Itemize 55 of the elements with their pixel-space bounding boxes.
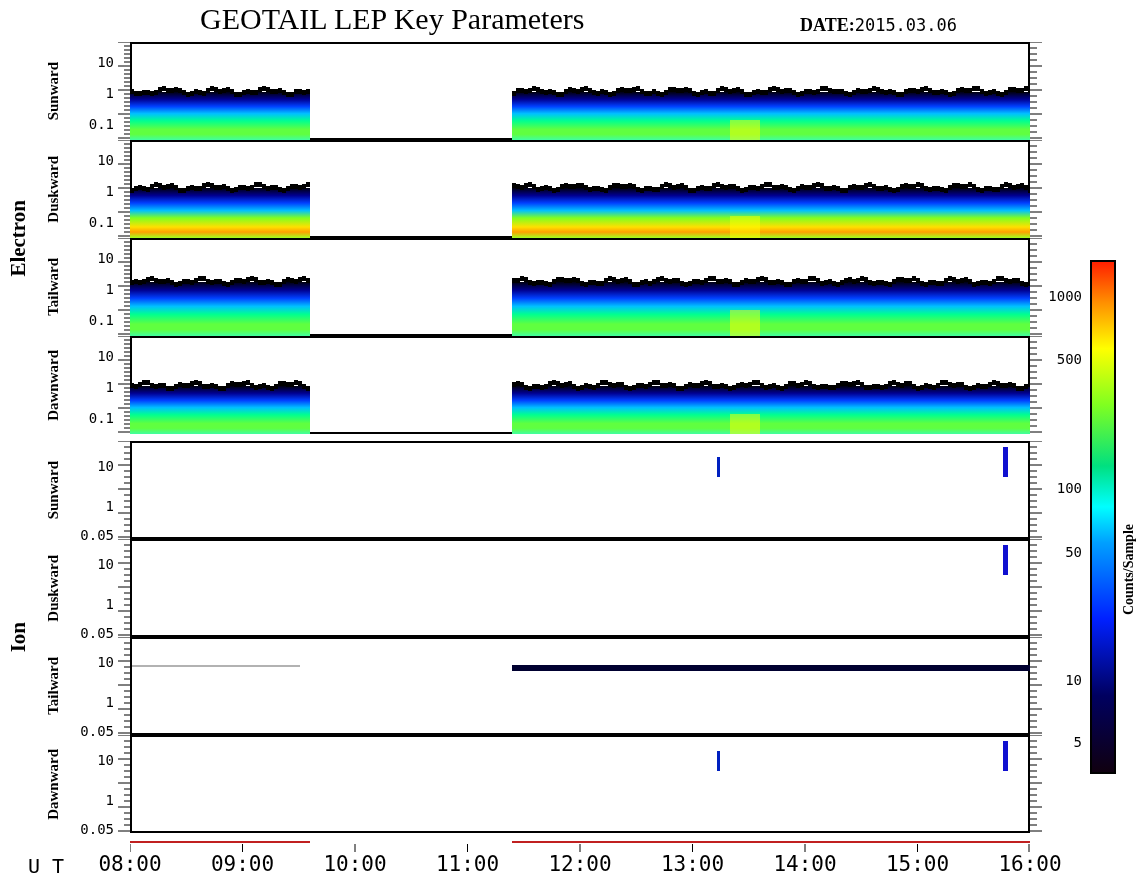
colorbar-tick-label: 5 [1073, 734, 1082, 750]
panel-label: Dawnward [44, 349, 62, 421]
colorbar-label: Counts/Sample [1121, 524, 1137, 616]
x-tick-label: 12:00 [548, 852, 612, 876]
x-tick-label: 08:00 [98, 852, 162, 876]
colorbar-tick-label: 50 [1065, 544, 1082, 560]
y-tick-label: 1 [105, 85, 114, 101]
y-tick-label: 1 [105, 792, 114, 808]
y-tick-label: 0.05 [80, 625, 114, 641]
spectrogram-drawing [1003, 545, 1008, 575]
y-tick-label: 0.1 [88, 312, 114, 328]
y-tick-label: 0.1 [88, 214, 114, 230]
y-tick-label: 10 [97, 348, 114, 364]
panel-label: Sunward [44, 460, 62, 520]
panel-label: Duskward [44, 554, 62, 622]
date-value: 2015.03.06 [854, 15, 958, 35]
panel-label: Dawnward [44, 748, 62, 820]
y-tick-label: 0.05 [80, 723, 114, 739]
x-tick-label: 13:00 [660, 852, 725, 876]
colorbar-tick-label: 1000 [1048, 288, 1082, 304]
y-tick-label: 10 [97, 654, 114, 670]
y-tick-label: 1 [105, 379, 114, 395]
x-tick-label: 14:00 [773, 852, 837, 876]
y-tick-label: 10 [97, 54, 114, 70]
x-tick-label: 11:00 [435, 852, 500, 876]
y-tick-label: 0.1 [88, 410, 114, 426]
x-tick-label: 16:00 [998, 852, 1062, 876]
date-label: DATE: [800, 15, 855, 36]
y-tick-label: 1 [105, 183, 114, 199]
y-tick-label: 10 [97, 152, 114, 168]
y-tick-label: 1 [105, 498, 114, 514]
y-tick-label: 1 [105, 596, 114, 612]
colorbar-tick-label: 100 [1056, 480, 1082, 496]
panel-label: Duskward [44, 155, 62, 223]
y-tick-label: 10 [97, 752, 114, 768]
y-tick-label: 1 [105, 694, 114, 710]
panel-label: Tailward [44, 258, 62, 316]
y-tick-label: 0.05 [80, 527, 114, 543]
y-tick-label: 10 [97, 556, 114, 572]
x-tick-label: 10:00 [323, 852, 387, 876]
colorbar-tick-label: 500 [1056, 351, 1082, 367]
y-tick-label: 0.1 [88, 116, 114, 132]
group-label: Ion [5, 621, 31, 653]
y-tick-label: 0.05 [80, 821, 114, 837]
group-label: Electron [5, 199, 31, 277]
panel-label: Sunward [44, 61, 62, 121]
y-tick-label: 10 [97, 250, 114, 266]
colorbar-tick-label: 10 [1065, 672, 1082, 688]
x-axis-label: U T [27, 854, 66, 878]
panel-label: Tailward [44, 657, 62, 715]
x-tick-label: 15:00 [885, 852, 950, 876]
chart-title: GEOTAIL LEP Key Parameters [200, 2, 586, 37]
y-tick-label: 1 [105, 281, 114, 297]
y-tick-label: 10 [97, 458, 114, 474]
x-tick-label: 09:00 [210, 852, 275, 876]
